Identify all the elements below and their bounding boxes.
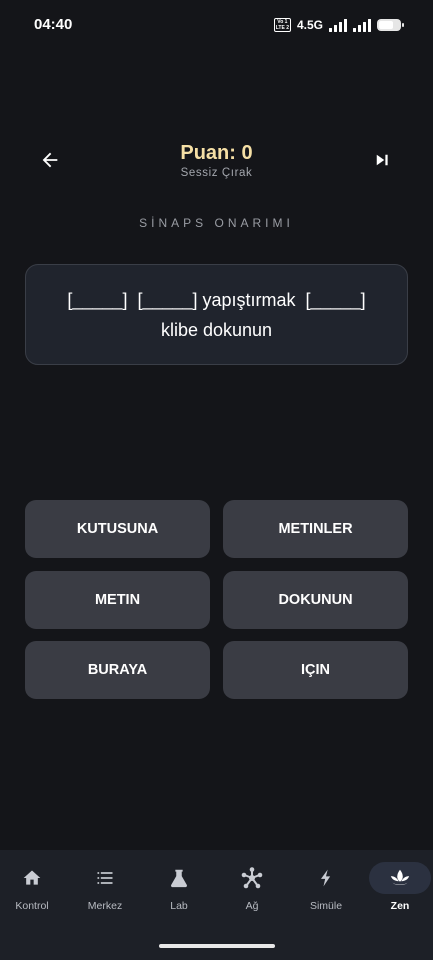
answer-button-metin[interactable]: METIN xyxy=(25,571,210,629)
signal-1-icon xyxy=(329,18,347,32)
flask-icon xyxy=(171,869,187,888)
section-title: SİNAPS ONARIMI xyxy=(139,216,294,230)
nav-label-simule: Simüle xyxy=(309,900,343,912)
home-icon xyxy=(23,870,41,885)
nav-item-simule[interactable]: Simüle xyxy=(291,862,361,922)
list-icon xyxy=(97,872,113,884)
status-indicators: Vo 1 LTE 2 4.5G xyxy=(273,16,404,34)
prompt-line-2: klibe dokunun xyxy=(160,319,273,340)
status-time: 04:40 xyxy=(34,16,73,33)
skip-button[interactable] xyxy=(368,146,396,174)
volte-icon: Vo 1 LTE 2 xyxy=(273,18,291,32)
home-indicator[interactable] xyxy=(159,944,275,948)
signal-2-icon xyxy=(353,18,371,32)
answer-button-metinler[interactable]: METINLER xyxy=(223,500,408,558)
nav-label-merkez: Merkez xyxy=(87,900,123,912)
answer-button-kutusuna[interactable]: KUTUSUNA xyxy=(25,500,210,558)
nav-item-ag[interactable]: Ağ xyxy=(217,862,287,922)
prompt-line-1: [_____] [_____] yapıştırmak [_____] xyxy=(67,289,366,310)
status-bar: 04:40 Vo 1 LTE 2 4.5G xyxy=(0,0,433,50)
volte-bottom-label: LTE 2 xyxy=(275,25,289,31)
bolt-icon xyxy=(321,869,331,887)
answer-button-buraya[interactable]: BURAYA xyxy=(25,641,210,699)
nav-label-ag: Ağ xyxy=(245,900,259,912)
battery-icon xyxy=(377,19,404,31)
nav-label-zen: Zen xyxy=(390,900,410,912)
lotus-icon xyxy=(390,869,410,885)
nav-active-indicator xyxy=(369,862,431,894)
prompt-card: [_____] [_____] yapıştırmak [_____] klib… xyxy=(25,264,408,365)
nav-label-lab: Lab xyxy=(170,900,188,912)
network-type: 4.5G xyxy=(296,18,323,32)
skip-next-icon xyxy=(376,154,388,166)
answer-button-icin[interactable]: IÇIN xyxy=(223,641,408,699)
screen: 04:40 Vo 1 LTE 2 4.5G Puan: 0 Sessiz Çır… xyxy=(0,0,433,960)
nav-item-lab[interactable]: Lab xyxy=(144,862,214,922)
nav-label-kontrol: Kontrol xyxy=(15,900,49,912)
nav-item-kontrol[interactable]: Kontrol xyxy=(0,862,67,922)
network-icon xyxy=(241,867,263,889)
nav-item-merkez[interactable]: Merkez xyxy=(70,862,140,922)
answer-button-dokunun[interactable]: DOKUNUN xyxy=(223,571,408,629)
nav-item-zen[interactable]: Zen xyxy=(365,862,433,922)
